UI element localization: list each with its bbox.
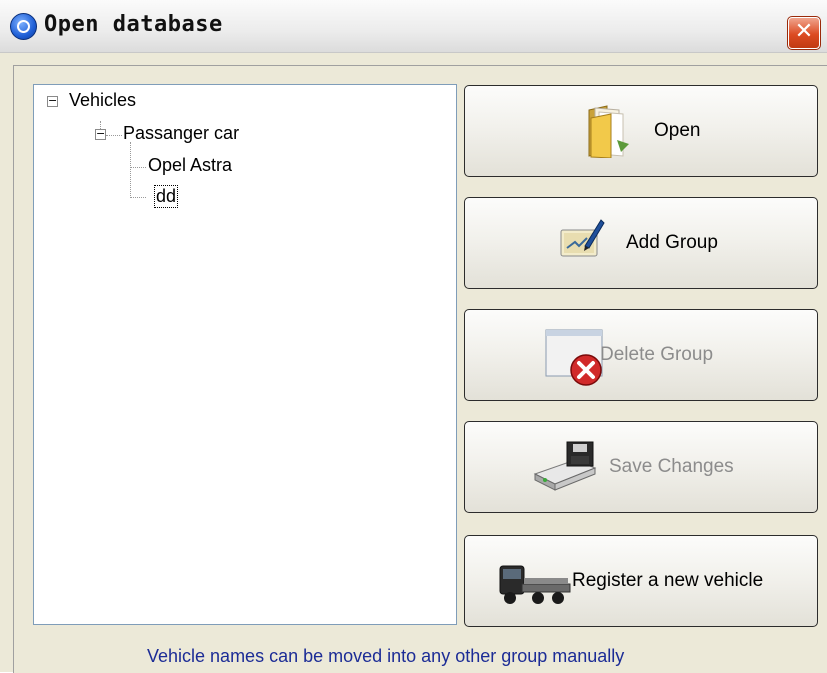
register-vehicle-button[interactable]: Register a new vehicle <box>464 535 818 627</box>
folder-icon <box>588 105 629 158</box>
save-changes-button-label: Save Changes <box>609 456 734 477</box>
edit-pen-icon <box>560 219 605 257</box>
tree-connector <box>130 167 146 168</box>
delete-group-button-label: Delete Group <box>600 344 714 365</box>
collapse-toggle-icon[interactable]: − <box>95 128 106 140</box>
delete-icon <box>545 329 603 386</box>
open-button-label: Open <box>654 120 701 141</box>
save-drive-icon <box>533 441 597 491</box>
collapse-toggle-icon[interactable]: − <box>47 95 58 107</box>
add-group-button-label: Add Group <box>626 232 718 253</box>
app-logo-icon <box>10 13 37 40</box>
close-button[interactable]: ✕ <box>787 16 821 50</box>
tree-node-passanger-car[interactable]: Passanger car <box>123 123 239 144</box>
tree-connector <box>130 197 146 198</box>
save-changes-button[interactable]: Save Changes <box>464 421 818 513</box>
add-group-button[interactable]: Add Group <box>464 197 818 289</box>
truck-icon <box>499 565 571 604</box>
footer-hint: Vehicle names can be moved into any othe… <box>147 646 625 666</box>
tree-connector <box>130 142 131 198</box>
tree-node-vehicles[interactable]: Vehicles <box>69 90 136 111</box>
delete-group-button[interactable]: Delete Group <box>464 309 818 401</box>
tree-node-dd[interactable]: dd <box>153 185 179 208</box>
tree-node-opel-astra[interactable]: Opel Astra <box>148 155 232 176</box>
open-button[interactable]: Open <box>464 85 818 177</box>
window-title: Open database <box>44 12 223 37</box>
open-database-window: Open database ✕ − Vehicles − Passanger c… <box>0 0 827 673</box>
vehicle-tree[interactable]: − Vehicles − Passanger car Opel Astra dd <box>33 84 457 625</box>
tree-connector <box>106 135 122 136</box>
title-bar[interactable]: Open database ✕ <box>0 0 827 53</box>
register-vehicle-button-label: Register a new vehicle <box>572 570 764 591</box>
